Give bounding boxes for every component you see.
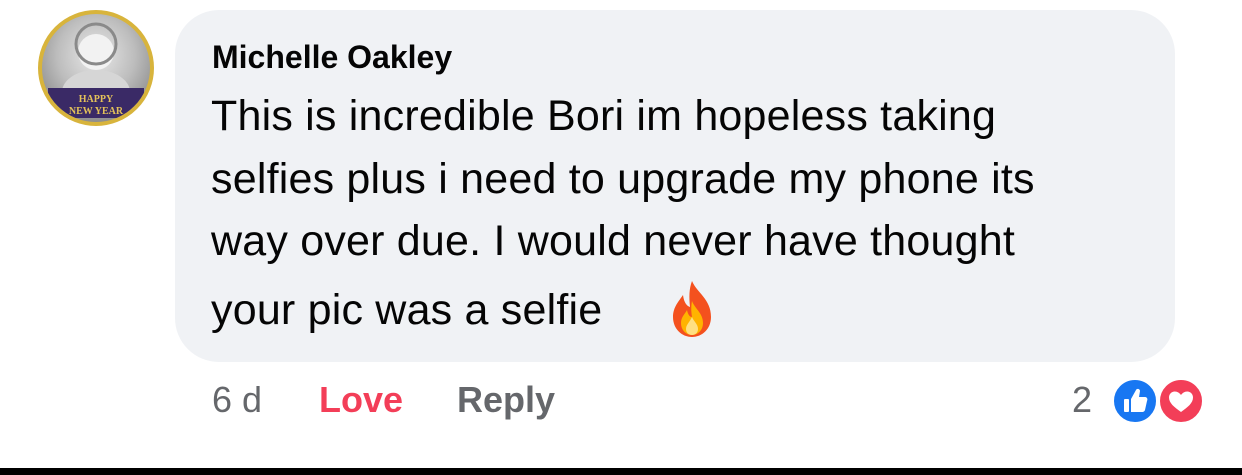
fire-icon bbox=[673, 281, 711, 337]
like-icon bbox=[1110, 376, 1160, 426]
comment-timestamp[interactable]: 6 d bbox=[212, 379, 262, 421]
love-icon bbox=[1156, 376, 1206, 426]
comment-text-line-4: your pic was a selfie bbox=[211, 286, 603, 334]
love-reaction-link[interactable]: Love bbox=[319, 379, 403, 421]
avatar-banner-line1: HAPPY bbox=[79, 94, 114, 105]
reaction-count[interactable]: 2 bbox=[1072, 379, 1092, 421]
reply-button[interactable]: Reply bbox=[457, 379, 555, 421]
comment-text-line-1: This is incredible Bori im hopeless taki… bbox=[211, 92, 997, 140]
comment-author[interactable]: Michelle Oakley bbox=[212, 39, 452, 76]
comment-text-line-2: selfies plus i need to upgrade my phone … bbox=[211, 155, 1035, 203]
avatar-image: HAPPY NEW YEAR bbox=[48, 22, 144, 118]
avatar-banner-line2: NEW YEAR bbox=[69, 106, 124, 117]
bottom-divider bbox=[0, 468, 1242, 475]
comment-text-line-3: way over due. I would never have thought bbox=[211, 217, 1016, 265]
avatar[interactable]: HAPPY NEW YEAR bbox=[38, 10, 154, 126]
comment-bubble: Michelle Oakley This is incredible Bori … bbox=[175, 10, 1175, 362]
reaction-summary[interactable] bbox=[1110, 376, 1210, 426]
